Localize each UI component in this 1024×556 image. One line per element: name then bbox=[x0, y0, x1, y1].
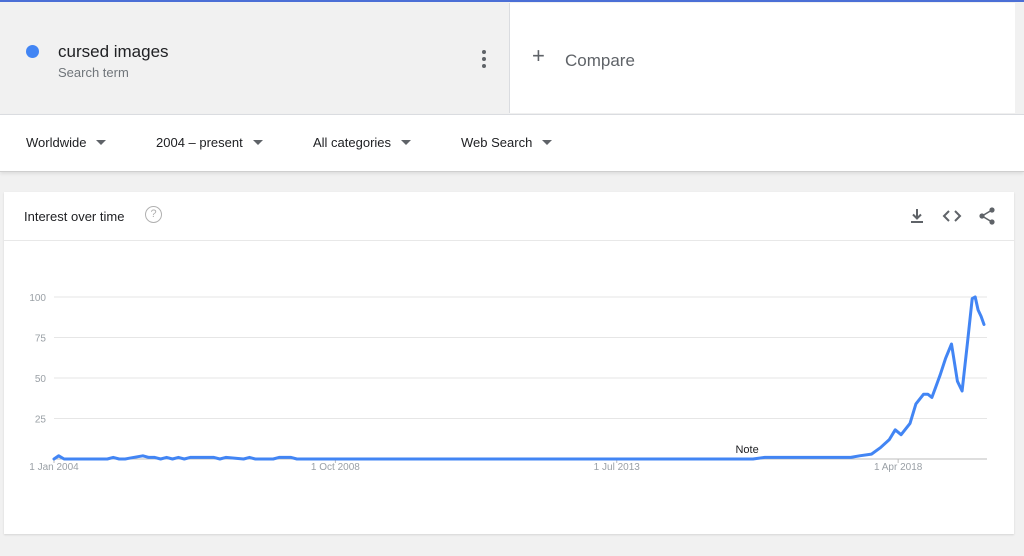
compare-button[interactable]: + Compare bbox=[509, 3, 1015, 113]
caret-down-icon bbox=[401, 140, 412, 145]
region-dropdown[interactable]: Worldwide bbox=[26, 135, 107, 150]
search-type-dropdown[interactable]: Web Search bbox=[461, 135, 553, 150]
card-header: Interest over time ? bbox=[4, 192, 1014, 241]
series-color-dot bbox=[26, 45, 39, 58]
category-dropdown[interactable]: All categories bbox=[313, 135, 412, 150]
kebab-menu-icon[interactable] bbox=[480, 50, 488, 70]
search-term-subtitle: Search term bbox=[58, 65, 129, 80]
region-label: Worldwide bbox=[26, 135, 87, 150]
y-tick-label: 25 bbox=[35, 415, 47, 426]
plus-icon: + bbox=[532, 43, 545, 68]
compare-label: Compare bbox=[565, 51, 635, 70]
search-type-label: Web Search bbox=[461, 135, 533, 150]
x-tick-label: 1 Jan 2004 bbox=[29, 462, 79, 473]
caret-down-icon bbox=[96, 140, 107, 145]
caret-down-icon bbox=[252, 140, 263, 145]
time-range-label: 2004 – present bbox=[156, 135, 243, 150]
x-tick-label: 1 Jul 2013 bbox=[594, 462, 641, 473]
x-tick-label: 1 Oct 2008 bbox=[311, 462, 360, 473]
category-label: All categories bbox=[313, 135, 392, 150]
filter-bar: Worldwide 2004 – present All categories … bbox=[0, 114, 1024, 172]
top-accent-line bbox=[0, 0, 1024, 2]
search-term-name[interactable]: cursed images bbox=[58, 42, 169, 62]
card-title: Interest over time bbox=[24, 209, 125, 224]
y-tick-label: 100 bbox=[29, 293, 46, 304]
caret-down-icon bbox=[542, 140, 553, 145]
note-annotation[interactable]: Note bbox=[735, 444, 758, 456]
y-tick-label: 75 bbox=[35, 334, 47, 345]
help-icon[interactable]: ? bbox=[145, 206, 162, 223]
time-range-dropdown[interactable]: 2004 – present bbox=[156, 135, 263, 150]
y-tick-label: 50 bbox=[35, 374, 47, 385]
interest-line-chart: 25 50 75 100 1 Jan 2004 1 Oct 2008 1 Jul 2013 1… bbox=[29, 293, 987, 473]
interest-over-time-card: Interest over time ? 25 50 75 100 1 Jan 2004… bbox=[4, 192, 1014, 534]
download-icon[interactable] bbox=[907, 206, 927, 226]
search-term-card[interactable]: cursed images Search term bbox=[4, 3, 507, 113]
x-tick-label: 1 Apr 2018 bbox=[874, 462, 923, 473]
share-icon[interactable] bbox=[977, 206, 997, 226]
embed-code-icon[interactable] bbox=[942, 206, 962, 226]
